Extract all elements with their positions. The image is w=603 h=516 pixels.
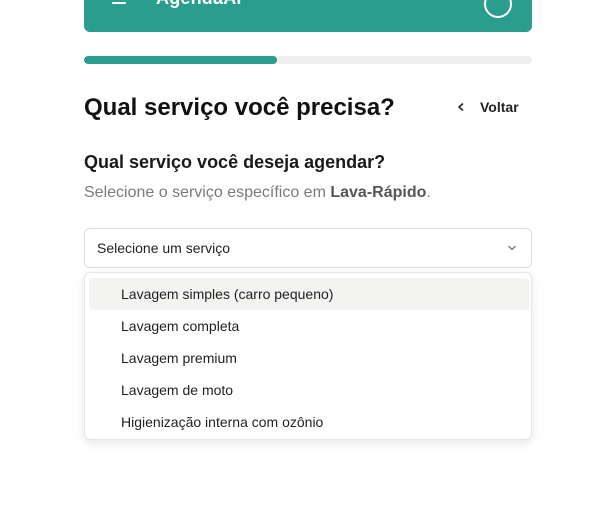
page-title: Qual serviço você precisa? [84,94,395,121]
menu-icon[interactable] [112,0,126,4]
subtitle-prefix: Selecione o serviço específico em [84,184,331,201]
user-avatar[interactable] [484,0,512,18]
service-option[interactable]: Higienização interna com ozônio [89,406,529,438]
question-title: Qual serviço você deseja agendar? [84,152,386,172]
chevron-left-icon [458,103,464,111]
subtitle-suffix: . [426,184,431,201]
progress-bar-fill [84,56,277,64]
chevron-down-icon [508,245,516,251]
service-option[interactable]: Lavagem de moto [89,374,529,406]
top-app-bar: AgendaAí [84,0,532,32]
question-subtitle: Selecione o serviço específico em Lava-R… [84,182,431,204]
service-option[interactable]: Lavagem simples (carro pequeno) [89,278,529,310]
progress-bar [84,56,532,64]
service-dropdown-list: Lavagem simples (carro pequeno) Lavagem … [84,272,532,440]
category-name: Lava-Rápido [330,184,427,201]
service-option[interactable]: Lavagem completa [89,310,529,342]
back-button-label: Voltar [480,99,519,115]
service-select-value: Selecione um serviço [97,240,231,256]
back-button[interactable]: Voltar [456,96,519,118]
service-option[interactable]: Lavagem premium [89,342,529,374]
app-title: AgendaAí [156,0,242,8]
service-select[interactable]: Selecione um serviço [84,228,532,268]
chevron-down-icon[interactable] [456,0,466,2]
